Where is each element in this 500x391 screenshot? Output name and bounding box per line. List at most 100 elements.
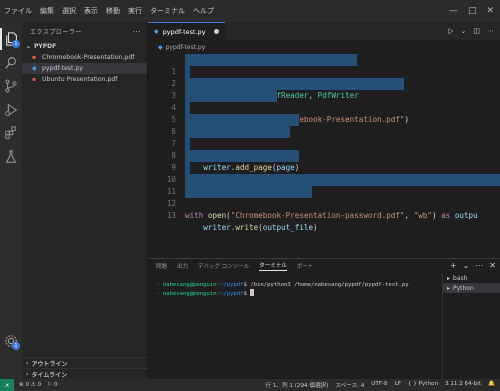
code-line: 2	[148, 66, 500, 88]
problems-indicator[interactable]: ⊗ 0 ⚠ 0	[19, 382, 41, 388]
selection-highlight	[185, 90, 277, 102]
terminal-user: nabesang@penguin	[162, 282, 217, 288]
breadcrumb: ◆ pypdf-test.py	[148, 40, 500, 54]
selection-highlight	[185, 114, 299, 126]
account-badge: 1	[12, 342, 20, 350]
terminal-dot-icon: ◦	[156, 282, 163, 288]
panel-actions: + ⌄ ⋯ ✕	[450, 261, 496, 270]
split-editor-icon[interactable]: ◫	[473, 27, 480, 35]
search-icon[interactable]	[0, 52, 22, 74]
close-panel-icon[interactable]: ✕	[489, 261, 496, 270]
pdf-file-icon: ▪	[32, 54, 37, 61]
editor-actions: ▷ ⌄ ◫ ⋯	[448, 22, 500, 40]
chevron-down-icon[interactable]: ⌄	[463, 261, 470, 270]
tab-problems[interactable]: 問題	[156, 262, 167, 270]
window-controls: — □ ✕	[449, 6, 500, 16]
terminal-item-bash[interactable]: ▸ bash	[443, 273, 500, 283]
tab-pypdf-test[interactable]: ◆ pypdf-test.py	[148, 22, 225, 40]
terminal-item-label: bash	[453, 274, 468, 282]
language-mode[interactable]: { } Python	[408, 381, 438, 389]
remote-indicator[interactable]: ⨯	[0, 379, 14, 391]
folder-name: PYPDF	[34, 42, 57, 50]
breadcrumb-file[interactable]: pypdf-test.py	[166, 44, 206, 51]
indentation[interactable]: スペース: 4	[335, 381, 364, 389]
extensions-icon[interactable]	[0, 122, 22, 144]
code-line: 5	[148, 102, 500, 124]
menu-terminal[interactable]: ターミナル	[146, 0, 189, 22]
unsaved-dot-icon[interactable]	[213, 29, 219, 34]
chevron-right-icon: ›	[26, 370, 29, 378]
end-of-line[interactable]: LF	[395, 381, 401, 389]
terminal-output[interactable]: ◦ nabesang@penguin:~/pypdf$ /bin/python3…	[156, 281, 442, 298]
python-interpreter[interactable]: 3.11.2 64-bit	[445, 381, 481, 389]
sidebar-title: エクスプローラー	[30, 28, 82, 36]
code-line: 4 writer = PdfWriter()	[148, 90, 500, 136]
code-line: 13	[148, 198, 500, 220]
folder-header[interactable]: ⌄ PYPDF	[22, 40, 147, 52]
menu-selection[interactable]: 選択	[58, 0, 80, 22]
code-line: 7 writer.add_page(page)	[148, 126, 500, 172]
bottom-panel: 問題 出力 デバッグ コンソール ターミナル ポート + ⌄ ⋯ ✕ ◦ nab…	[148, 258, 500, 380]
terminal-cursor	[250, 289, 255, 296]
terminal-item-python[interactable]: ▸ Python	[443, 283, 500, 293]
more-actions-icon[interactable]: ⋯	[133, 27, 142, 36]
menu-edit[interactable]: 編集	[36, 0, 58, 22]
tab-ports[interactable]: ポート	[297, 262, 314, 270]
run-file-icon[interactable]: ▷	[448, 27, 453, 35]
explorer-icon[interactable]: 1	[0, 28, 22, 50]
notifications-bell-icon[interactable]: 🔔	[488, 381, 495, 389]
outline-section[interactable]: › アウトライン	[22, 357, 148, 368]
file-item-pdf-chromebook[interactable]: ▪ Chromebook-Presentation.pdf	[22, 52, 147, 63]
selection-highlight	[185, 78, 404, 90]
code-line: 11 with open("Chromebook-Presentation-pa…	[148, 174, 500, 220]
menu-go[interactable]: 移動	[102, 0, 124, 22]
tab-terminal[interactable]: ターミナル	[259, 261, 287, 271]
tab-debug-console[interactable]: デバッグ コンソール	[198, 262, 249, 270]
tab-label: pypdf-test.py	[162, 27, 206, 36]
line-number: 13	[166, 211, 176, 220]
terminal-user: nabesang@penguin	[162, 291, 217, 297]
source-control-icon[interactable]	[0, 75, 22, 97]
close-button[interactable]: ✕	[486, 6, 494, 16]
menu-view[interactable]: 表示	[80, 0, 102, 22]
terminal-icon: ▸	[447, 274, 451, 282]
new-terminal-icon[interactable]: +	[450, 261, 457, 270]
file-name: Ubuntu Presentation.pdf	[42, 76, 118, 83]
editor-tabs: ◆ pypdf-test.py ▷ ⌄ ◫ ⋯	[148, 22, 500, 40]
more-actions-icon[interactable]: ⋯	[475, 261, 483, 270]
chevron-right-icon: ›	[26, 359, 29, 367]
chevron-down-icon[interactable]: ⌄	[461, 27, 467, 35]
terminal-line: ◦ nabesang@penguin:~/pypdf$ /bin/python3…	[156, 281, 442, 289]
testing-flask-icon[interactable]	[0, 146, 22, 168]
terminal-prompt: $	[243, 291, 247, 297]
terminal-path: :~/pypdf	[216, 291, 244, 297]
minimize-button[interactable]: —	[449, 6, 458, 16]
selection-highlight	[185, 150, 299, 162]
menu-help[interactable]: ヘルプ	[189, 0, 218, 22]
selection-highlight	[185, 54, 357, 66]
ports-indicator[interactable]: ⚐ 0	[47, 382, 57, 388]
file-name: pypdf-test.py	[42, 65, 83, 72]
code-line: 1 from pypdf import PdfReader, PdfWriter	[148, 54, 500, 100]
maximize-button[interactable]: □	[468, 6, 477, 16]
tab-output[interactable]: 出力	[177, 262, 188, 270]
explorer-badge: 1	[12, 40, 20, 48]
python-file-icon: ◆	[158, 43, 163, 51]
account-gear-icon[interactable]: 1	[0, 330, 22, 352]
pdf-file-icon: ▪	[32, 76, 37, 83]
file-item-py[interactable]: ◆ pypdf-test.py	[22, 63, 147, 74]
file-item-pdf-ubuntu[interactable]: ▪ Ubuntu Presentation.pdf	[22, 74, 147, 85]
code-line: 9 writer.encrypt("123456")	[148, 150, 500, 196]
panel-tabs: 問題 出力 デバッグ コンソール ターミナル ポート	[148, 259, 442, 273]
menu-run[interactable]: 実行	[124, 0, 146, 22]
cursor-position[interactable]: 行 1、列 1 (294 個選択)	[266, 381, 329, 389]
menu-file[interactable]: ファイル	[0, 0, 36, 22]
timeline-section[interactable]: › タイムライン	[22, 368, 148, 379]
more-actions-icon[interactable]: ⋯	[487, 27, 494, 35]
menu-bar: ファイル 編集 選択 表示 移動 実行 ターミナル ヘルプ — □ ✕	[0, 0, 500, 22]
terminal-item-label: Python	[453, 284, 474, 292]
code-editor[interactable]: 1 from pypdf import PdfReader, PdfWriter…	[148, 54, 500, 258]
run-debug-icon[interactable]	[0, 99, 22, 121]
explorer-sidebar: エクスプローラー ⋯ ⌄ PYPDF ▪ Chromebook-Presenta…	[22, 22, 148, 379]
encoding[interactable]: UTF-8	[371, 381, 387, 389]
